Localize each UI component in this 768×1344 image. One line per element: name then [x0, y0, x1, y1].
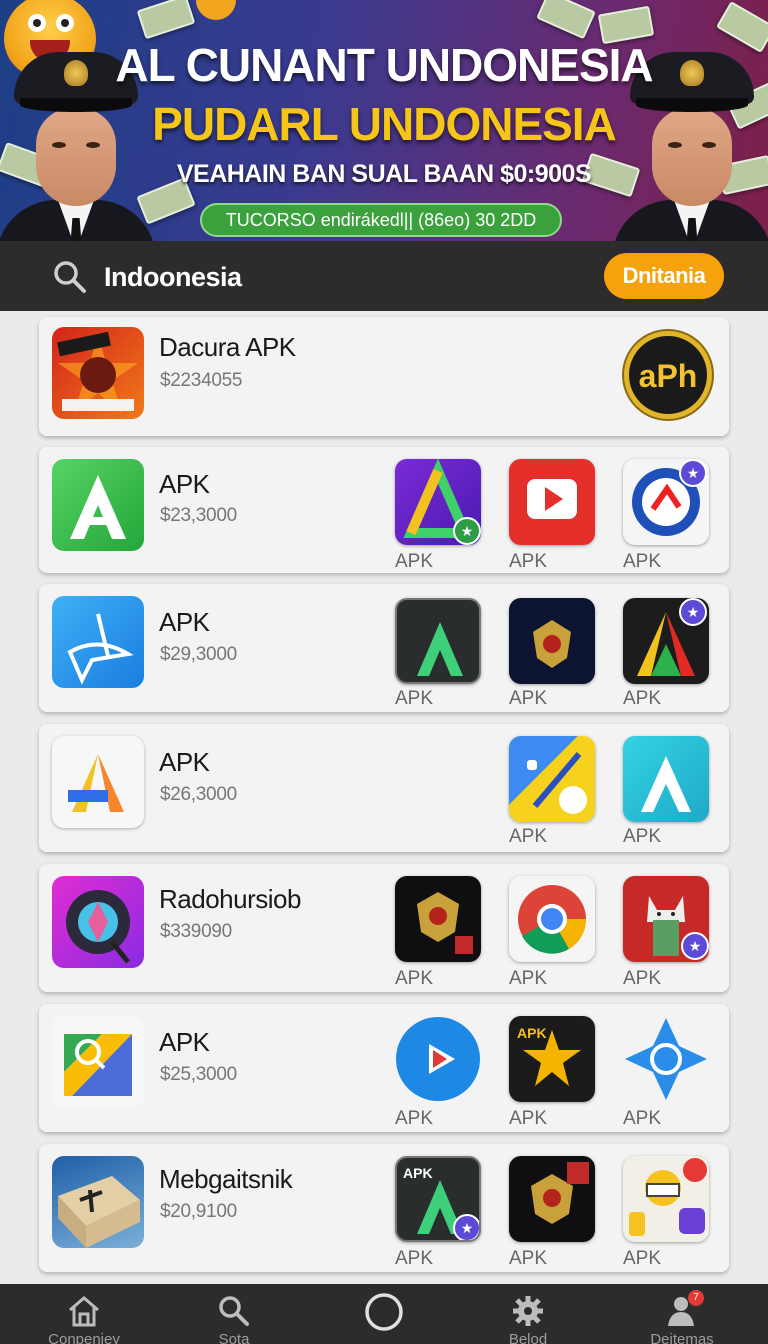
app-title: APK [159, 1027, 210, 1057]
app-price: $2234055 [160, 370, 243, 391]
app-card[interactable]: APK $25,3000 APK APK APK APK [39, 1004, 729, 1132]
compass-icon[interactable] [623, 1016, 709, 1102]
search-button[interactable]: Dnitania [604, 253, 724, 299]
dark-apk-a-icon[interactable]: APK ★ [395, 1156, 481, 1242]
app-price: $29,3000 [160, 644, 237, 665]
chrome-icon[interactable] [509, 876, 595, 962]
nav-label: Conpeniey [48, 1331, 120, 1344]
app-price: $26,3000 [160, 784, 237, 805]
mini-app-label: APK [623, 688, 662, 709]
mini-app-label: APK [509, 968, 548, 989]
app-card[interactable]: Dacura APK $2234055 aPh [39, 317, 729, 436]
nav-label: Sota [218, 1331, 250, 1344]
nav-item-home[interactable]: Conpeniey [24, 1284, 144, 1344]
purple-a-icon[interactable]: ★ [395, 459, 481, 545]
magenta-wheel-icon [52, 876, 144, 968]
app-card[interactable]: APK $26,3000 APK APK [39, 724, 729, 852]
flag-emblem-icon [52, 327, 144, 419]
mini-app-label: APK [623, 1108, 662, 1129]
nav-item-search[interactable]: Sota [174, 1284, 294, 1344]
mini-app-label: APK [509, 551, 548, 572]
mini-app-label: APK [395, 551, 434, 572]
mini-app-label: APK [623, 826, 662, 847]
banner-promo-pill[interactable]: TUCORSO endirákedl|| (86eo) 30 2DD [200, 203, 562, 237]
apk-badge-icon[interactable]: aPh [624, 331, 712, 419]
home-icon [69, 1296, 99, 1327]
app-title: Mebgaitsnik [159, 1164, 293, 1194]
emblem-icon[interactable] [395, 876, 481, 962]
banner-subtitle: VEAHAIN BAN SUAL BAAN $0:900S [176, 160, 592, 188]
mini-app-label: APK [395, 1108, 434, 1129]
search-icon [219, 1296, 249, 1326]
red-play-icon[interactable] [509, 459, 595, 545]
notification-badge: 7 [688, 1290, 704, 1306]
app-list: Dacura APK $2234055 aPh APK $23,3000 ★ A… [0, 311, 768, 1284]
svg-text:APK: APK [517, 1025, 547, 1041]
app-price: $23,3000 [160, 505, 237, 526]
box-icon [52, 1156, 144, 1248]
cat-icon[interactable]: ★ [623, 876, 709, 962]
cyan-apk-a-icon[interactable] [623, 736, 709, 822]
mini-app-label: APK [509, 688, 548, 709]
search-input[interactable]: Indoonesia [104, 262, 242, 293]
app-price: $25,3000 [160, 1064, 237, 1085]
bottom-nav: Conpeniey Sota Belod 7 Deitemas [0, 1284, 768, 1344]
app-price: $20,9100 [160, 1201, 237, 1222]
collage-icon[interactable] [623, 1156, 709, 1242]
mascot-image [196, 0, 236, 20]
nav-item-settings[interactable]: Belod [468, 1284, 588, 1344]
dark-apk-a-icon[interactable] [395, 598, 481, 684]
app-title: Dacura APK [159, 332, 296, 362]
mini-app-label: APK [623, 1248, 662, 1269]
app-title: APK [159, 607, 210, 637]
green-a-icon [52, 459, 144, 551]
app-price: $339090 [160, 921, 232, 942]
mini-app-label: APK [395, 688, 434, 709]
gear-icon [513, 1296, 543, 1326]
apk-badge-text: aPh [638, 358, 698, 394]
nav-item-center[interactable] [324, 1284, 444, 1344]
blue-circle-icon[interactable]: ★ [623, 459, 709, 545]
emblem-icon[interactable] [509, 1156, 595, 1242]
nav-label: Belod [508, 1331, 548, 1344]
app-card[interactable]: APK $29,3000 APK APK ★ APK [39, 584, 729, 712]
star-a-icon[interactable]: APK [509, 1016, 595, 1102]
mini-app-label: APK [623, 968, 662, 989]
yellow-pen-icon[interactable] [509, 736, 595, 822]
banner-title: AL CUNANT UNDONESIA [115, 39, 653, 91]
maps-icon [52, 1016, 144, 1108]
search-icon[interactable] [52, 259, 88, 295]
app-card[interactable]: APK $23,3000 ★ APK APK ★ APK [39, 447, 729, 573]
circle-icon [365, 1293, 403, 1331]
emblem-icon[interactable] [509, 598, 595, 684]
nav-item-profile[interactable]: 7 Deitemas [622, 1284, 742, 1344]
app-title: Radohursiob [159, 884, 301, 914]
blue-play-icon[interactable] [395, 1016, 481, 1102]
svg-text:APK: APK [403, 1165, 433, 1181]
money-decoration [536, 0, 596, 40]
nav-label: Deitemas [650, 1331, 714, 1344]
search-bar: Indoonesia Dnitania [0, 241, 768, 311]
blue-plane-icon [52, 596, 144, 688]
app-title: APK [159, 469, 210, 499]
mini-app-label: APK [509, 1108, 548, 1129]
gradient-a-icon [52, 736, 144, 828]
mini-app-label: APK [395, 1248, 434, 1269]
mini-app-label: APK [509, 826, 548, 847]
mini-app-label: APK [509, 1248, 548, 1269]
banner-subtitle-title: PUDARL UNDONESIA [152, 98, 617, 150]
app-card[interactable]: Mebgaitsnik $20,9100 APK ★ APK APK APK [39, 1144, 729, 1272]
mini-app-label: APK [623, 551, 662, 572]
mini-app-label: APK [395, 968, 434, 989]
app-title: APK [159, 747, 210, 777]
app-card[interactable]: Radohursiob $339090 APK APK ★ APK [39, 864, 729, 992]
tricolor-a-icon[interactable]: ★ [623, 598, 709, 684]
